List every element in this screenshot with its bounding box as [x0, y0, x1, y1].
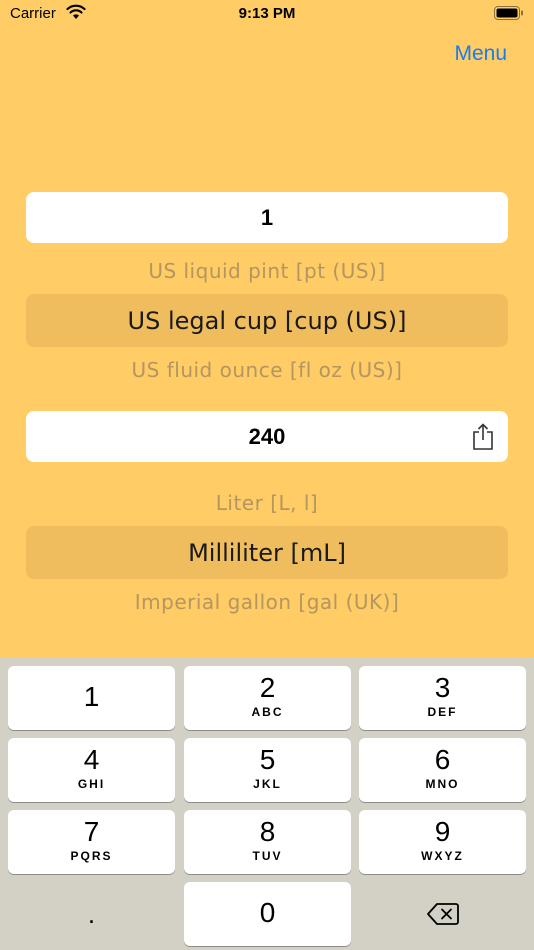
- top-value-text: 1: [260, 204, 274, 230]
- share-icon[interactable]: [472, 423, 494, 450]
- key-letters: ABC: [251, 705, 284, 719]
- top-value-field[interactable]: 1: [26, 192, 508, 243]
- key-5[interactable]: 5 JKL: [184, 738, 351, 802]
- backspace-icon: [426, 903, 459, 925]
- bottom-value-text: 240: [248, 423, 286, 449]
- key-letters: GHI: [77, 777, 106, 791]
- top-unit-selected-label: US legal cup [cup (US)]: [127, 306, 407, 335]
- key-letters: MNO: [425, 777, 460, 791]
- clock: 9:13 PM: [238, 5, 296, 22]
- key-digit: 9: [434, 816, 451, 847]
- key-digit: 0: [259, 897, 276, 928]
- key-letters: WXYZ: [421, 849, 464, 863]
- battery-icon: [494, 6, 523, 20]
- key-digit: 8: [259, 816, 276, 847]
- key-letters: DEF: [427, 705, 458, 719]
- numeric-keyboard: 1 2 ABC 3 DEF 4 GHI 5 JKL 6 MNO 7 PQRS 8…: [0, 658, 534, 950]
- key-6[interactable]: 6 MNO: [359, 738, 526, 802]
- bottom-unit-selected-label: Milliliter [mL]: [188, 538, 346, 567]
- key-digit: 4: [83, 744, 100, 775]
- key-digit: 7: [83, 816, 100, 847]
- key-letters: TUV: [252, 849, 283, 863]
- key-digit: 1: [83, 681, 100, 712]
- key-4[interactable]: 4 GHI: [8, 738, 175, 802]
- key-digit: 6: [434, 744, 451, 775]
- bottom-unit-selected[interactable]: Milliliter [mL]: [26, 526, 508, 579]
- key-digit: 5: [259, 744, 276, 775]
- top-unit-option-below[interactable]: US fluid ounce [fl oz (US)]: [0, 358, 534, 382]
- bottom-unit-option-below[interactable]: Imperial gallon [gal (UK)]: [0, 590, 534, 614]
- key-1[interactable]: 1: [8, 666, 175, 730]
- key-digit: 2: [259, 672, 276, 703]
- key-0[interactable]: 0: [184, 882, 351, 946]
- key-backspace[interactable]: [359, 882, 526, 946]
- key-letters: JKL: [253, 777, 282, 791]
- key-3[interactable]: 3 DEF: [359, 666, 526, 730]
- top-unit-selected[interactable]: US legal cup [cup (US)]: [26, 294, 508, 347]
- status-bar: Carrier 9:13 PM: [0, 0, 534, 30]
- decimal-label: .: [87, 898, 96, 929]
- bottom-unit-option-above[interactable]: Liter [L, l]: [0, 491, 534, 515]
- menu-button[interactable]: Menu: [454, 42, 507, 66]
- key-2[interactable]: 2 ABC: [184, 666, 351, 730]
- key-8[interactable]: 8 TUV: [184, 810, 351, 874]
- key-9[interactable]: 9 WXYZ: [359, 810, 526, 874]
- key-7[interactable]: 7 PQRS: [8, 810, 175, 874]
- bottom-value-field[interactable]: 240: [26, 411, 508, 462]
- key-decimal[interactable]: .: [8, 882, 175, 946]
- key-digit: 3: [434, 672, 451, 703]
- key-letters: PQRS: [70, 849, 113, 863]
- top-unit-option-above[interactable]: US liquid pint [pt (US)]: [0, 259, 534, 283]
